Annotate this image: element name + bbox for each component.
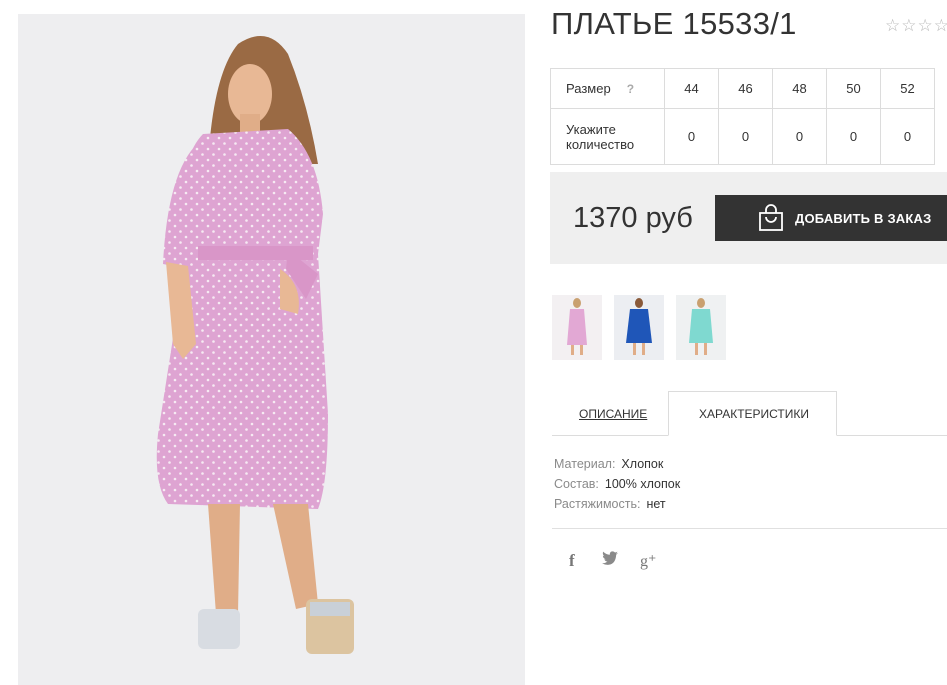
spec-row: Растяжимость: нет (554, 494, 680, 514)
quantity-label-line2: количество (566, 136, 635, 152)
google-plus-icon[interactable]: g⁺ (640, 551, 656, 571)
size-row: Размер? 44 46 48 50 52 (550, 68, 935, 109)
size-option: 44 (664, 68, 719, 109)
size-label-cell: Размер? (550, 68, 665, 109)
product-title: ПЛАТЬЕ 15533/1 (551, 6, 797, 41)
main-product-photo (18, 14, 525, 685)
quantity-field[interactable]: 0 (880, 108, 935, 165)
tab-description[interactable]: ОПИСАНИЕ (579, 407, 647, 421)
specifications-list: Материал: Хлопок Состав: 100% хлопок Растя… (554, 454, 680, 514)
add-to-order-button[interactable]: ДОБАВИТЬ В ЗАКАЗ (715, 195, 947, 241)
model-illustration (156, 36, 354, 654)
quantity-field[interactable]: 0 (718, 108, 773, 165)
quantity-field[interactable]: 0 (664, 108, 719, 165)
spec-row: Материал: Хлопок (554, 454, 680, 474)
rating-stars[interactable]: ☆☆☆☆ (885, 16, 947, 36)
spec-key: Материал: (554, 457, 616, 471)
quantity-label-line1: Укажите (566, 121, 616, 137)
twitter-bird-shape (602, 551, 618, 565)
size-option: 48 (772, 68, 827, 109)
thumbnail-image (567, 298, 587, 355)
shopping-bag-icon (759, 204, 783, 231)
spec-value: 100% хлопок (604, 477, 681, 491)
size-quantity-table: Размер? 44 46 48 50 52 Укажите количеств… (550, 68, 935, 165)
thumbnail-mint[interactable] (676, 295, 726, 360)
add-to-order-label: ДОБАВИТЬ В ЗАКАЗ (795, 210, 932, 226)
quantity-field[interactable]: 0 (826, 108, 881, 165)
size-option: 52 (880, 68, 935, 109)
size-help-icon[interactable]: ? (627, 82, 634, 96)
thumbnail-image (689, 298, 713, 355)
price-box: 1370 руб ДОБАВИТЬ В ЗАКАЗ (550, 172, 947, 264)
spec-value: нет (646, 497, 666, 511)
spec-key: Растяжимость: (554, 497, 641, 511)
thumbnail-pink[interactable] (552, 295, 602, 360)
facebook-icon[interactable]: f (569, 551, 575, 571)
tab-characteristics[interactable]: ХАРАКТЕРИСТИКИ (699, 407, 809, 421)
price: 1370 руб (573, 202, 693, 234)
thumbnail-blue[interactable] (614, 295, 664, 360)
spec-row: Состав: 100% хлопок (554, 474, 680, 494)
quantity-label-cell: Укажите количество (550, 108, 665, 165)
size-option: 50 (826, 68, 881, 109)
quantity-row: Укажите количество 0 0 0 0 0 (550, 108, 935, 165)
specs-divider (552, 528, 947, 529)
size-label: Размер (566, 81, 611, 96)
quantity-field[interactable]: 0 (772, 108, 827, 165)
thumbnail-image (626, 298, 652, 355)
spec-value: Хлопок (621, 457, 664, 471)
spec-key: Состав: (554, 477, 599, 491)
twitter-icon[interactable] (602, 551, 618, 569)
size-option: 46 (718, 68, 773, 109)
